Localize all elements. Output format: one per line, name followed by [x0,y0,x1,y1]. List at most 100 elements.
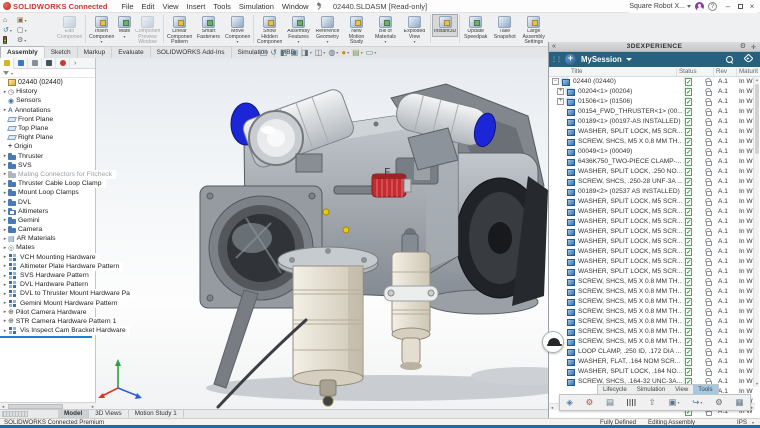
list-row[interactable]: 6436K750_TWO-PIECE CLAMP-...A.1In W [549,157,760,167]
panel-tab-lifecycle[interactable]: Lifecycle [598,385,632,394]
tool-barcode-button[interactable] [627,399,636,406]
list-row[interactable]: WASHER, SPLIT LOCK, M5 SCR...A.1In W [549,197,760,207]
account-menu[interactable]: Square Robot X... [629,3,691,10]
tab-markup[interactable]: Markup [78,47,113,58]
tab-solidworks-add-ins[interactable]: SOLIDWORKS Add-Ins [151,47,232,58]
tree-item-dvl-to-thruster-mount-hardware-pa[interactable]: ▸DVL to Thruster Mount Hardware Pa [0,289,134,298]
graphics-viewport[interactable]: E [96,58,548,409]
list-row[interactable]: WASHER, SPLIT LOCK, .250 NO...A.1In W [549,167,760,177]
instant3d-button[interactable]: Instant3D [432,14,458,37]
expand-arrow-icon[interactable]: ▸ [2,328,8,334]
tree-root-item[interactable]: 02440 (02440) [0,78,67,87]
tree-item-thruster[interactable]: ▸Thruster [0,152,47,161]
column-title[interactable]: Title [571,67,582,77]
scroll-left-icon[interactable]: ◄ [550,404,554,411]
list-row[interactable]: WASHER, SPLIT LOCK, M5 SCR...A.1In W [549,127,760,137]
propertymanager-tab[interactable] [14,58,28,69]
panel-tab-simulation[interactable]: Simulation [632,385,670,394]
tree-item-mount-loop-clamps[interactable]: ▸Mount Loop Clamps [0,188,83,197]
doc-tab-3d-views[interactable]: 3D Views [89,410,128,418]
expander-expand-icon[interactable]: + [557,88,564,95]
menu-simulation[interactable]: Simulation [235,2,278,11]
bill-of-materials-button[interactable]: Bill of Materials▾ [371,14,400,46]
tree-item-thruster-cable-loop-clamp[interactable]: ▸Thruster Cable Loop Clamp [0,179,106,188]
tree-item-str-camera-hardware-pattern-1[interactable]: ▸STR Camera Hardware Pattern 1 [0,317,120,326]
tree-item-gemini[interactable]: ▸Gemini [0,216,44,225]
edit-appearance-icon[interactable]: ●▾ [341,48,349,58]
tool-import-button[interactable] [649,395,656,410]
tree-item-mates[interactable]: ▸Mates [0,243,39,252]
expand-arrow-icon[interactable]: ▸ [2,254,8,260]
tree-item-mating-connectors-for-fitcheck[interactable]: ▸Mating Connectors for Fitcheck [0,170,116,179]
tree-item-svs[interactable]: ▸SVS [0,161,36,170]
display-style-icon[interactable]: ◫▾ [315,48,326,58]
expand-arrow-icon[interactable]: ▸ [2,300,8,306]
tree-item-pilot-camera-hardware[interactable]: ▸Pilot Camera Hardware [0,308,91,317]
tool-share-button[interactable]: ▾ [692,395,702,410]
assembly-3d-model[interactable]: E [96,58,548,409]
qat-undo-button[interactable]: ▾ [3,25,17,35]
expand-arrow-icon[interactable]: ▸ [2,282,8,288]
tree-horizontal-scrollbar[interactable]: ◄ ► [0,402,96,409]
move-component-button[interactable]: Move Component▾ [223,14,252,46]
collapse-panel-icon[interactable]: « [552,42,556,51]
list-row[interactable]: SCREW, SHCS, M5 X 0.8 MM TH...A.1In W [549,287,760,297]
insert-components-button[interactable]: Insert Components▾ [87,14,116,46]
tabs-overflow-icon[interactable]: › [74,60,76,67]
tab-splitter-handle[interactable] [2,411,28,417]
menu-window[interactable]: Window [278,2,313,11]
close-button[interactable]: × [746,0,758,13]
take-snapshot-button[interactable]: Take Snapshot [490,14,519,42]
tool-table-settings-button[interactable] [736,395,744,410]
scroll-down-icon[interactable]: ▼ [754,382,760,386]
list-row[interactable]: WASHER, SPLIT LOCK, M5 SCR...A.1In W [549,257,760,267]
tree-item-gemini-mount-hardware-pattern[interactable]: ▸Gemini Mount Hardware Pattern [0,299,121,308]
tree-filter[interactable]: ▾ [0,69,95,78]
reference-geometry-button[interactable]: Reference Geometry▾ [313,14,342,46]
annotation-view-icon[interactable]: ▣ [291,48,299,58]
tree-item-dvl-hardware-pattern[interactable]: ▸DVL Hardware Pattern [0,280,92,289]
expand-arrow-icon[interactable]: ▸ [2,263,8,269]
tree-item-front-plane[interactable]: Front Plane [0,115,57,124]
rollback-bar[interactable] [0,336,92,338]
expander-expand-icon[interactable]: + [557,98,564,105]
apply-scene-icon[interactable]: ▤▾ [352,48,363,58]
list-row[interactable]: SCREW, SHCS, M5 X 0.8 MM TH...A.1In W [549,137,760,147]
tree-item-history[interactable]: ▸History [0,87,41,96]
qat-home-button[interactable] [3,15,17,25]
tree-item-origin[interactable]: Origin [0,142,36,151]
dimxpertmanager-tab[interactable] [42,58,56,69]
menu-file[interactable]: File [117,2,137,11]
square-robot-assistant-button[interactable] [542,331,564,353]
list-row[interactable]: WASHER, SPLIT LOCK, M5 SCR...A.1In W [549,217,760,227]
tab-sketch[interactable]: Sketch [45,47,78,58]
list-vertical-scrollbar[interactable]: ▲ ▼ [753,77,759,387]
list-row[interactable]: WASHER, SPLIT LOCK, M5 SCR...A.1In W [549,267,760,277]
smart-fasteners-button[interactable]: Smart Fasteners [194,14,223,42]
menu-edit[interactable]: Edit [138,2,159,11]
list-row[interactable]: 00049<1> (00049)A.1In W [549,147,760,157]
menu-insert[interactable]: Insert [183,2,210,11]
minimize-button[interactable]: – [722,0,734,13]
panel-gear-icon[interactable]: ⚙ [740,42,746,52]
tab-assembly[interactable]: Assembly [0,46,45,58]
new-motion-study-button[interactable]: New Motion Study [342,14,371,48]
qat-rebuild-button[interactable] [3,35,17,45]
tree-item-vis-inspect-cam-bracket-hardware[interactable]: ▸Vis Inspect Cam Bracket Hardware [0,326,130,335]
list-row[interactable]: WASHER, SPLIT LOCK, M5 SCR...A.1In W [549,227,760,237]
list-row[interactable]: LOOP CLAMP, .250 ID, .172 DIA ...A.1In W [549,347,760,357]
pin-menu-icon[interactable] [315,2,323,10]
mate-button[interactable]: Mate▾ [116,14,133,41]
tree-item-vch-mounting-hardware[interactable]: ▸VCH Mounting Hardware [0,253,100,262]
chevron-down-icon[interactable] [626,58,632,61]
tree-item-dvl[interactable]: ▸DVL [0,197,35,206]
show-hidden-components-button[interactable]: Show Hidden Components [255,14,284,48]
menu-view[interactable]: View [158,2,182,11]
qat-open-button[interactable]: ▾ [17,15,31,25]
expand-arrow-icon[interactable]: ▸ [2,273,8,279]
list-row[interactable]: SCREW, SHCS, M5 X 0.8 MM TH...A.1In W [549,327,760,337]
tree-item-ar-materials[interactable]: ▸AR Materials [0,234,60,243]
restore-button[interactable] [734,0,746,13]
zoom-area-icon[interactable]: ◳ [260,48,268,58]
doc-tab-model[interactable]: Model [58,410,89,418]
